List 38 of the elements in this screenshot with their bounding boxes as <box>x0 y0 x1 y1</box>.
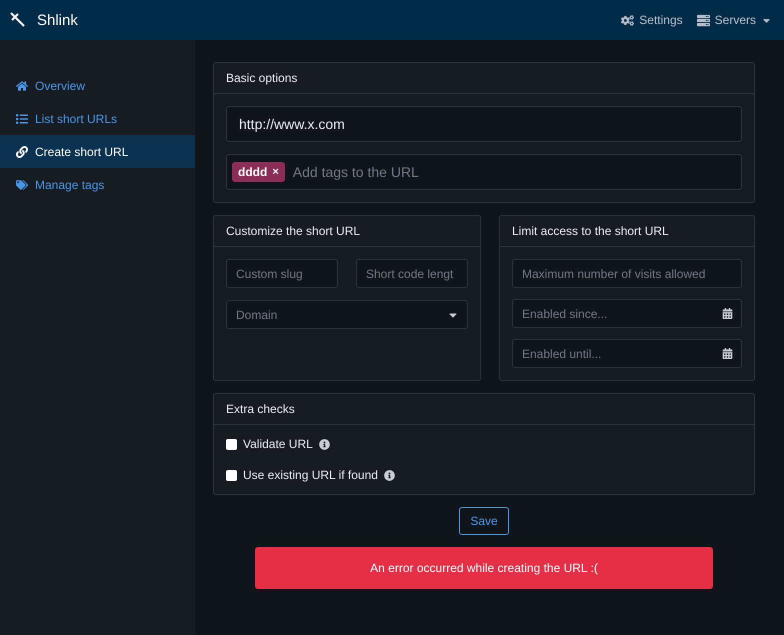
tag-chip: dddd × <box>232 162 285 182</box>
link-icon <box>16 146 28 158</box>
settings-link[interactable]: Settings <box>621 13 683 27</box>
tags-icon <box>16 178 28 190</box>
card-title: Limit access to the short URL <box>500 216 754 247</box>
date-input[interactable]: Enabled until... <box>512 339 742 368</box>
tags-field[interactable]: dddd × Add tags to the URL <box>226 154 742 190</box>
tag-input[interactable]: Add tags to the URL <box>290 163 736 181</box>
checkbox-label: Validate URL <box>243 437 313 451</box>
date-input[interactable]: Enabled since... <box>512 299 742 328</box>
settings-icon <box>621 14 634 26</box>
sidebar-item[interactable]: List short URLs <box>0 102 195 135</box>
list-icon <box>16 112 28 124</box>
card-title: Extra checks <box>214 394 754 425</box>
slug-input[interactable]: Custom slug <box>226 259 338 288</box>
brand-name: Shlink <box>37 12 78 28</box>
url-input[interactable]: http://www.x.com <box>226 106 742 142</box>
save-button[interactable]: Save <box>459 507 509 535</box>
home-icon <box>16 80 28 92</box>
max-visits-input[interactable]: Maximum number of visits allowed <box>512 259 742 288</box>
domain-select[interactable]: Domain <box>226 300 468 329</box>
info-icon <box>318 438 330 450</box>
calendar-icon <box>722 348 733 359</box>
checkbox[interactable] <box>226 470 237 480</box>
card-title: Customize the short URL <box>214 216 480 247</box>
checkbox-label: Use existing URL if found <box>243 468 378 482</box>
tag-remove[interactable]: × <box>272 166 279 178</box>
error-alert: An error occurred while creating the URL :( <box>255 547 713 589</box>
calendar-icon <box>722 308 733 319</box>
sidebar-item[interactable]: Overview <box>0 69 195 102</box>
card-title: Basic options <box>214 63 754 94</box>
checkbox[interactable] <box>226 438 237 450</box>
sidebar-item[interactable]: Create short URL <box>0 135 195 168</box>
sidebar-item[interactable]: Manage tags <box>0 168 195 201</box>
server-icon <box>696 14 710 26</box>
servers-menu[interactable]: Servers <box>696 13 772 27</box>
info-icon <box>384 470 395 480</box>
length-input[interactable]: Short code lengt <box>356 259 468 288</box>
